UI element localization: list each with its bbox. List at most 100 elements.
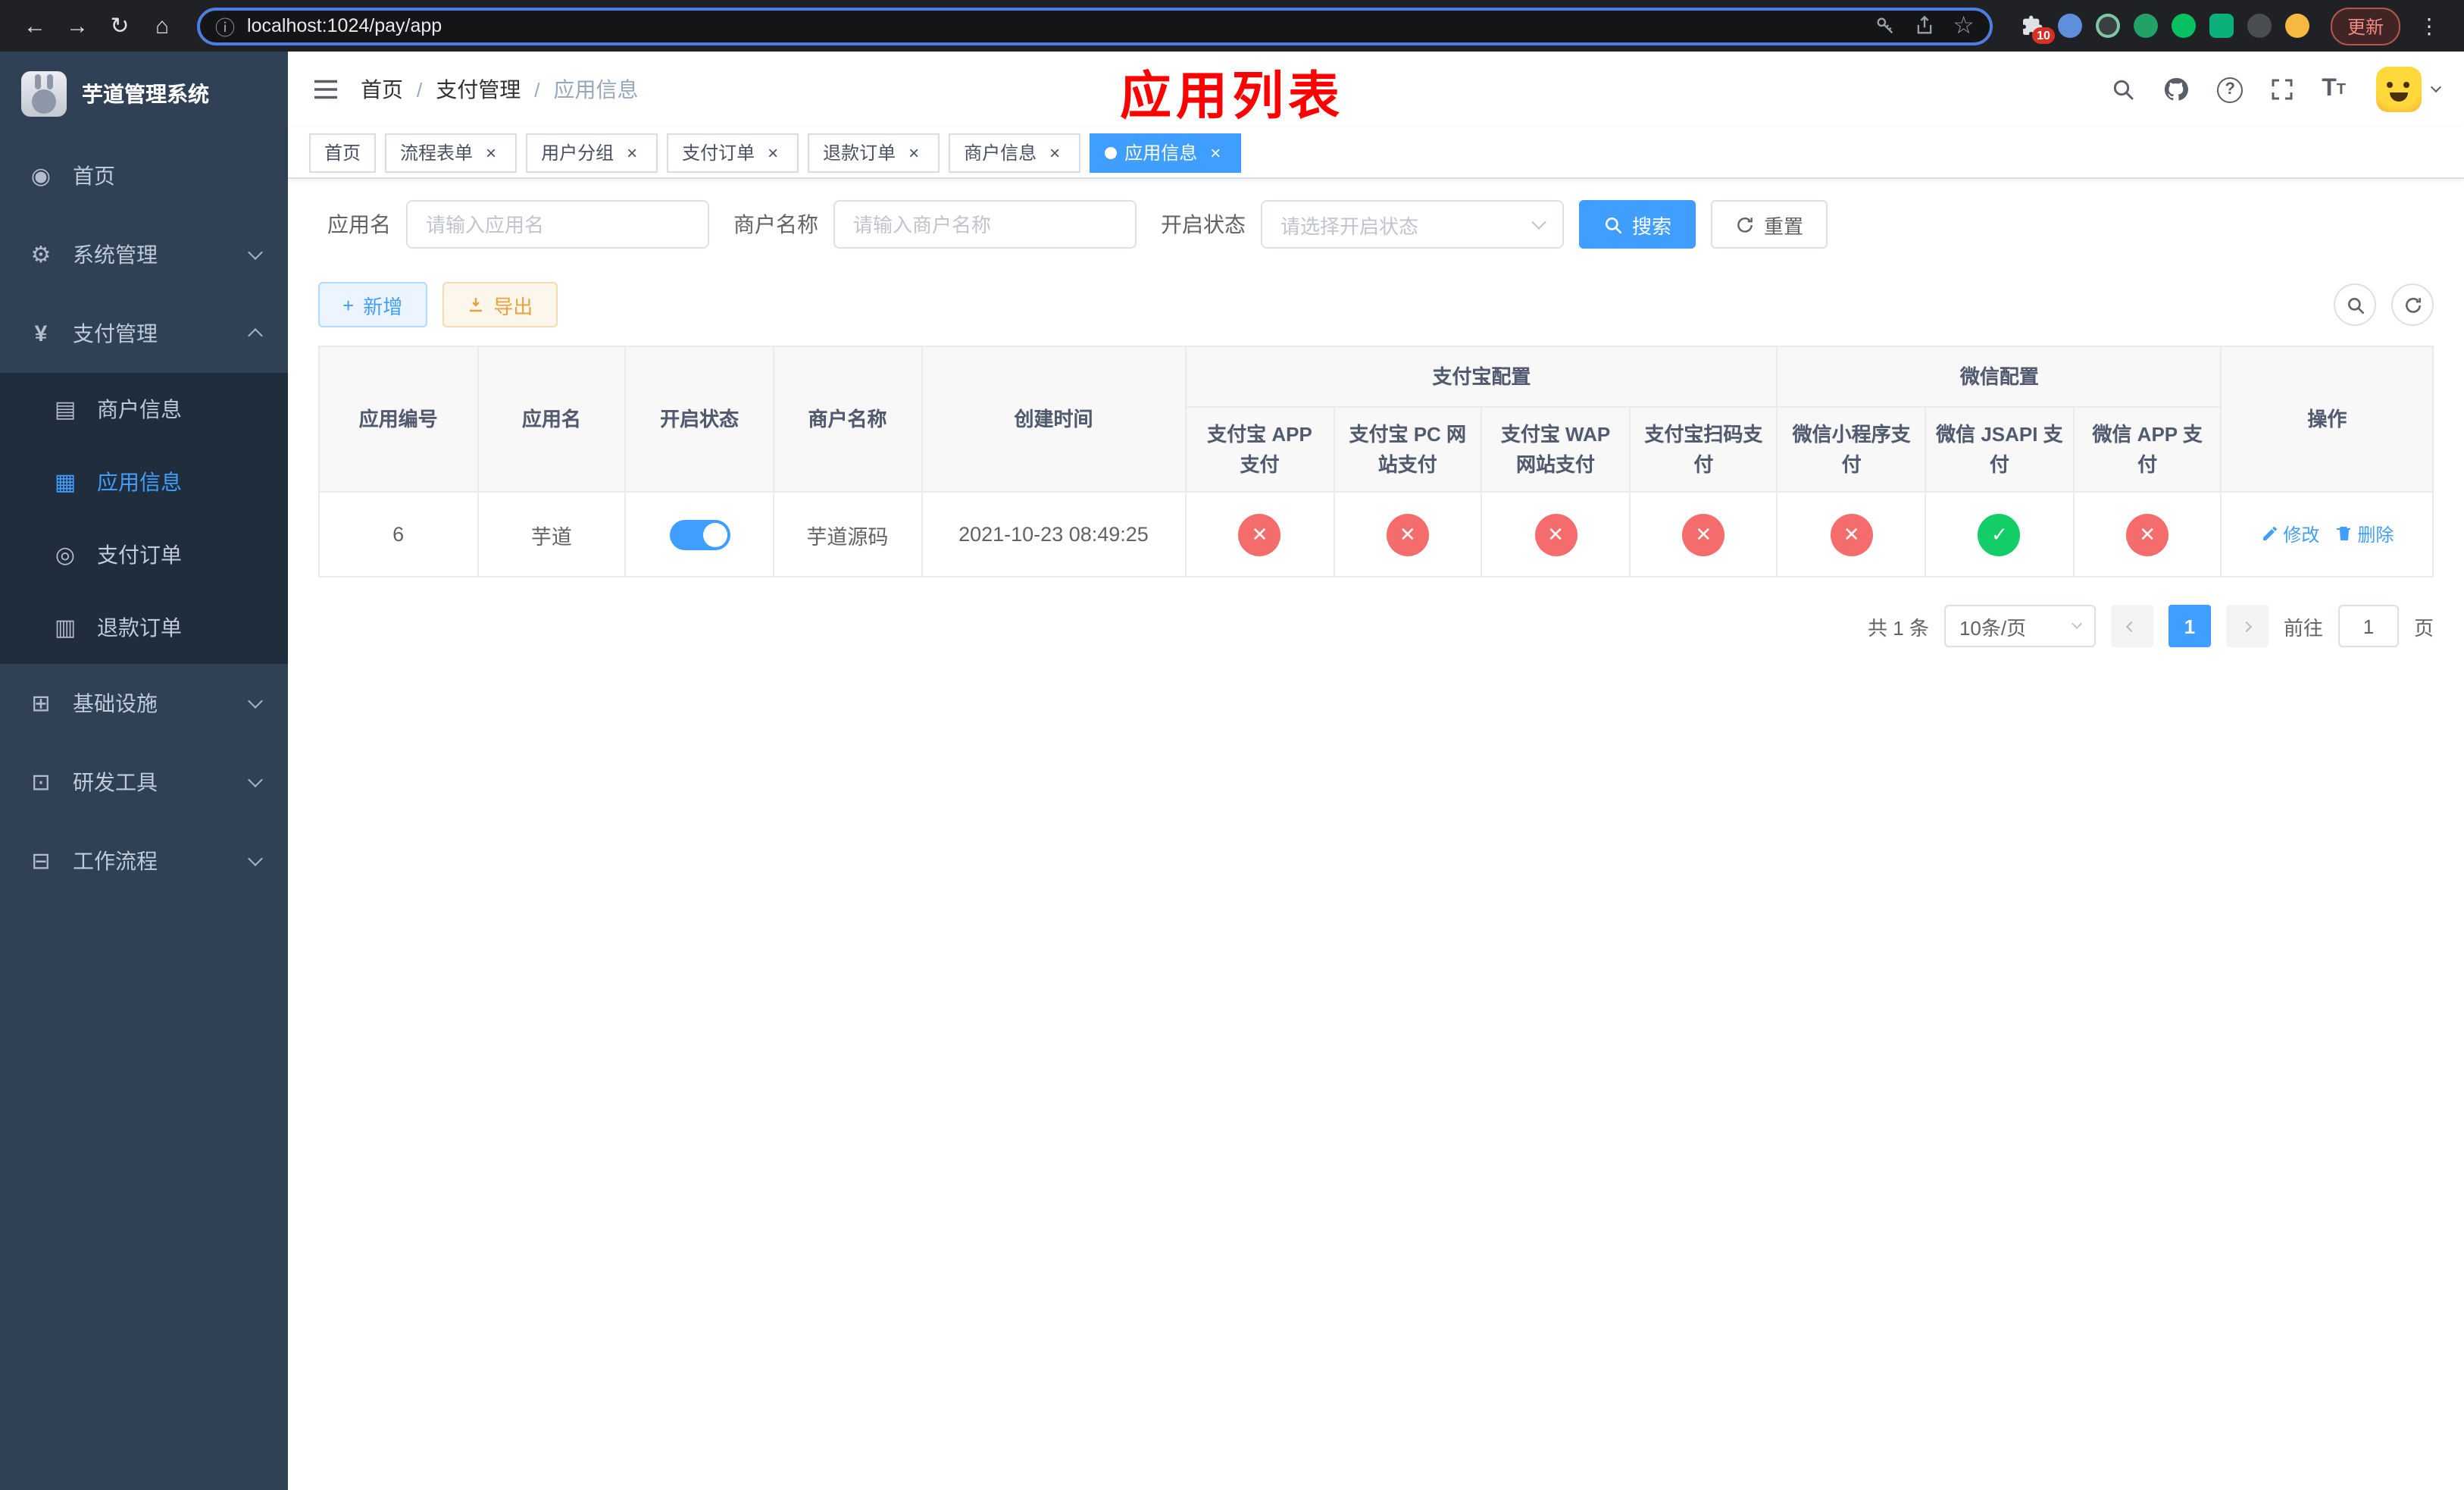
url-text: localhost:1024/pay/app <box>247 15 442 36</box>
browser-home-button[interactable]: ⌂ <box>142 6 182 45</box>
tab-app-info[interactable]: 应用信息 × <box>1090 133 1242 172</box>
sidebar-item-label: 支付订单 <box>97 543 182 567</box>
help-icon[interactable]: ? <box>2217 77 2244 102</box>
cell-app-name: 芋道 <box>477 491 627 578</box>
ext-icon-1[interactable] <box>2057 14 2082 38</box>
page-size-value: 10条/页 <box>1959 616 2027 639</box>
tab-pay-order[interactable]: 支付订单 × <box>667 133 799 172</box>
close-icon[interactable]: × <box>762 142 783 163</box>
goto-page-input[interactable] <box>2337 605 2399 647</box>
sidebar-item-devtools[interactable]: ⊡ 研发工具 <box>0 743 288 822</box>
refresh-button[interactable] <box>2391 283 2434 326</box>
sidebar-item-system[interactable]: ⚙ 系统管理 <box>0 215 288 294</box>
sidebar-item-label: 退款订单 <box>97 615 182 640</box>
target-icon: ◎ <box>55 543 76 568</box>
tab-refund-order[interactable]: 退款订单 × <box>808 133 940 172</box>
browser-menu-button[interactable]: ⋮ <box>2409 6 2449 45</box>
ext-icon-2[interactable] <box>2095 14 2120 38</box>
cell-created: 2021-10-23 08:49:25 <box>921 491 1187 578</box>
merchant-name-input[interactable] <box>833 200 1137 249</box>
app-window: 芋道管理系统 ◉ 首页 ⚙ 系统管理 ¥ 支付管理 ▤ 商户信息 ▦ 应用信息 … <box>0 52 2464 1490</box>
user-menu[interactable] <box>2376 67 2442 112</box>
sidebar-item-pay-order[interactable]: ◎ 支付订单 <box>0 518 288 591</box>
grid-icon: ▦ <box>54 470 77 496</box>
sidebar-toggle[interactable] <box>312 77 339 102</box>
ext-icon-5[interactable] <box>2209 14 2234 38</box>
ext-icon-7[interactable] <box>2284 14 2309 38</box>
toggle-search-button[interactable] <box>2334 283 2376 326</box>
ext-icon-6[interactable] <box>2247 14 2272 38</box>
search-icon[interactable] <box>2111 77 2135 102</box>
sidebar-item-app-info[interactable]: ▦ 应用信息 <box>0 446 288 518</box>
address-bar[interactable]: ⓘ localhost:1024/pay/app ☆ <box>197 7 1993 45</box>
cell-wx-app: ✕ <box>2072 491 2222 578</box>
browser-forward-button[interactable]: → <box>58 6 97 45</box>
next-page-button[interactable] <box>2225 605 2269 647</box>
col-header-wx-jsapi: 微信 JSAPI 支付 <box>1925 406 2075 493</box>
briefcase-icon: ⊟ <box>31 849 51 875</box>
search-button-label: 搜索 <box>1632 214 1672 237</box>
tab-label: 首页 <box>324 142 361 164</box>
sidebar-item-workflow[interactable]: ⊟ 工作流程 <box>0 822 288 900</box>
pagination: 共 1 条 10条/页 1 前往 页 <box>318 605 2434 647</box>
share-icon[interactable] <box>1913 15 1934 36</box>
search-button[interactable]: 搜索 <box>1579 200 1696 249</box>
tab-flow-form[interactable]: 流程表单 × <box>385 133 518 172</box>
fullscreen-icon[interactable] <box>2270 77 2294 102</box>
tab-home[interactable]: 首页 <box>309 133 377 172</box>
sidebar-item-merchant-info[interactable]: ▤ 商户信息 <box>0 373 288 446</box>
font-size-icon[interactable]: TT <box>2322 76 2346 103</box>
export-button[interactable]: 导出 <box>442 282 558 327</box>
reset-button-label: 重置 <box>1764 214 1804 237</box>
extensions-icon[interactable]: 10 <box>2020 14 2055 44</box>
app-logo[interactable]: 芋道管理系统 <box>0 52 288 136</box>
edit-button[interactable]: 修改 <box>2260 521 2319 547</box>
chevron-left-icon <box>2126 620 2138 632</box>
screen: ← → ↻ ⌂ ⓘ localhost:1024/pay/app ☆ 10 更新… <box>0 0 2464 1490</box>
chevron-down-icon <box>248 693 263 709</box>
sidebar-item-home[interactable]: ◉ 首页 <box>0 136 288 215</box>
delete-button[interactable]: 删除 <box>2334 521 2394 547</box>
sidebar-item-refund-order[interactable]: ▥ 退款订单 <box>0 591 288 664</box>
browser-reload-button[interactable]: ↻ <box>100 6 139 45</box>
monitor-icon: ⊞ <box>31 691 51 717</box>
breadcrumb-home[interactable]: 首页 <box>361 74 403 105</box>
tab-user-group[interactable]: 用户分组 × <box>526 133 658 172</box>
chevron-down-icon <box>248 851 263 866</box>
tab-label: 商户信息 <box>964 142 1037 164</box>
add-button[interactable]: + 新增 <box>318 282 427 327</box>
tab-merchant-info[interactable]: 商户信息 × <box>949 133 1081 172</box>
close-icon[interactable]: × <box>480 142 502 163</box>
app-name-label: 应用名 <box>327 212 391 236</box>
enabled-toggle[interactable] <box>669 519 730 549</box>
app-name-input[interactable] <box>406 200 709 249</box>
sidebar-item-infrastructure[interactable]: ⊞ 基础设施 <box>0 664 288 743</box>
toolbar-right <box>2334 283 2434 326</box>
prev-page-button[interactable] <box>2110 605 2153 647</box>
page-1-button[interactable]: 1 <box>2168 605 2211 647</box>
close-icon[interactable]: × <box>903 142 924 163</box>
status-select[interactable]: 请选择开启状态 <box>1261 200 1564 249</box>
page-size-select[interactable]: 10条/页 <box>1943 605 2096 647</box>
sidebar-item-payment[interactable]: ¥ 支付管理 <box>0 294 288 373</box>
site-info-icon[interactable]: ⓘ <box>215 11 235 40</box>
close-icon[interactable]: × <box>1044 142 1065 163</box>
ext-icon-4[interactable] <box>2171 14 2196 38</box>
reset-button[interactable]: 重置 <box>1711 200 1828 249</box>
bookmark-star-icon[interactable]: ☆ <box>1953 11 1975 41</box>
omnibox-actions: ☆ <box>1874 11 1975 41</box>
close-icon[interactable]: × <box>1205 142 1226 163</box>
tab-label: 用户分组 <box>541 142 614 164</box>
breadcrumb-payment[interactable]: 支付管理 <box>436 74 521 105</box>
ext-icon-3[interactable] <box>2133 14 2158 38</box>
yen-icon: ¥ <box>34 321 48 346</box>
close-icon[interactable]: × <box>621 142 643 163</box>
table-row: 6 芋道 芋道源码 2021-10-23 08:49:25 ✕ ✕ ✕ ✕ ✕ <box>318 491 2434 578</box>
browser-update-button[interactable]: 更新 <box>2330 7 2400 45</box>
github-icon[interactable] <box>2162 76 2190 103</box>
sidebar-item-label: 工作流程 <box>73 849 158 873</box>
sidebar-menu: ◉ 首页 ⚙ 系统管理 ¥ 支付管理 ▤ 商户信息 ▦ 应用信息 ◎ 支付订单 … <box>0 136 288 1490</box>
browser-back-button[interactable]: ← <box>15 6 55 45</box>
password-key-icon[interactable] <box>1874 15 1895 36</box>
status-cross-icon: ✕ <box>2126 513 2169 556</box>
